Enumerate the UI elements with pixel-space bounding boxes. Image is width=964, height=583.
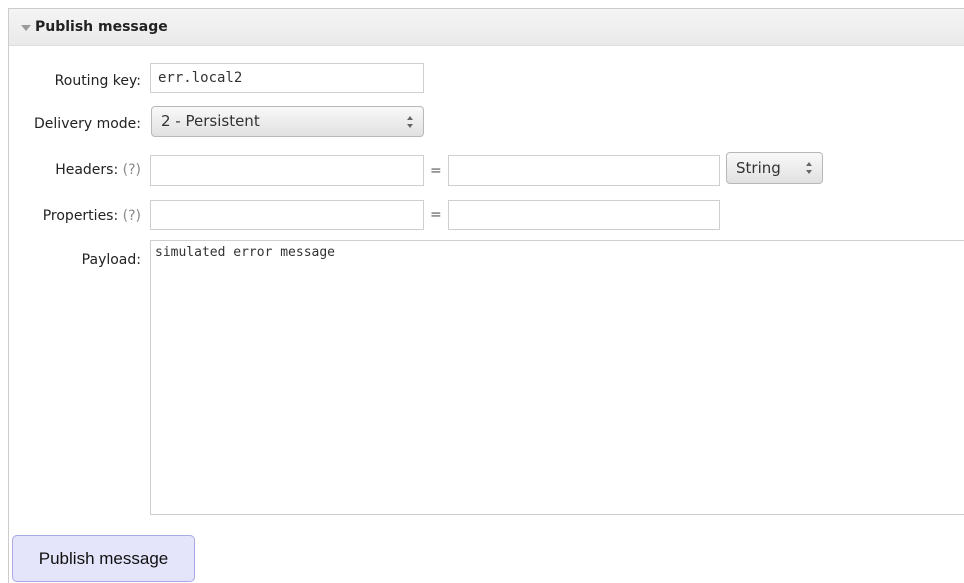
up-down-arrows-icon [806, 161, 813, 175]
routing-key-label: Routing key: [54, 73, 141, 89]
delivery-mode-select[interactable]: 2 - Persistent [151, 106, 424, 137]
properties-label: Properties: (?) [43, 208, 141, 224]
property-key-input[interactable] [150, 200, 424, 230]
routing-key-input[interactable] [150, 63, 424, 93]
headers-equals-sign: = [430, 163, 442, 179]
property-value-input[interactable] [448, 200, 720, 230]
header-type-select[interactable]: String [726, 152, 823, 184]
section-header[interactable]: Publish message [9, 9, 964, 46]
headers-label: Headers: (?) [55, 162, 141, 178]
payload-textarea[interactable]: simulated error message [150, 240, 964, 515]
headers-help-link[interactable]: (?) [123, 162, 141, 178]
caret-down-icon[interactable] [21, 25, 31, 31]
delivery-mode-label: Delivery mode: [34, 116, 141, 132]
payload-label: Payload: [81, 252, 141, 268]
header-key-input[interactable] [150, 155, 424, 186]
publish-message-button[interactable]: Publish message [12, 535, 195, 582]
properties-help-link[interactable]: (?) [123, 208, 141, 224]
header-type-value: String [736, 159, 781, 177]
header-value-input[interactable] [448, 155, 720, 186]
headers-label-text: Headers: [55, 162, 119, 178]
up-down-arrows-icon [407, 115, 414, 129]
properties-equals-sign: = [430, 207, 442, 223]
properties-label-text: Properties: [42, 208, 119, 224]
section-title: Publish message [35, 19, 168, 35]
delivery-mode-value: 2 - Persistent [161, 112, 260, 130]
